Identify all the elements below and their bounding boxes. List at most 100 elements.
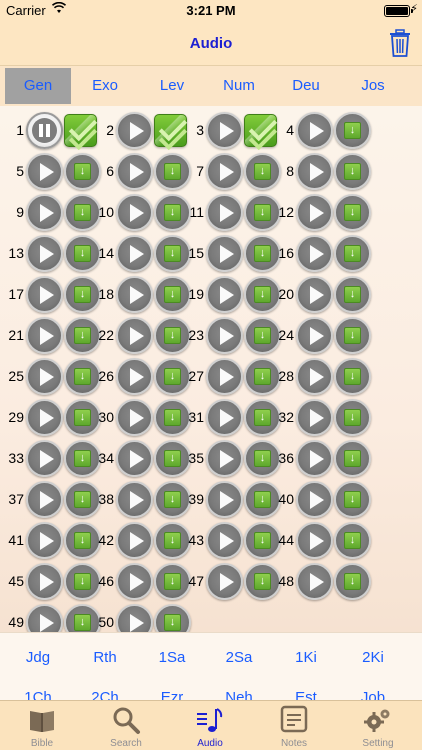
play-button[interactable] (206, 358, 243, 395)
chapter-item: 47 (180, 561, 281, 601)
book-tab-exo[interactable]: Exo (72, 68, 138, 104)
download-button[interactable] (334, 235, 371, 272)
pause-button[interactable] (26, 112, 63, 149)
tab-setting[interactable]: Setting (336, 701, 420, 750)
download-button[interactable] (334, 440, 371, 477)
download-button[interactable] (334, 112, 371, 149)
book-tab-rth[interactable]: Rth (70, 649, 140, 666)
play-button[interactable] (296, 522, 333, 559)
book-tab-1ch[interactable]: 1Ch (3, 689, 73, 700)
book-tab-deu[interactable]: Deu (273, 68, 339, 104)
play-button[interactable] (206, 481, 243, 518)
play-button[interactable] (26, 317, 63, 354)
play-button[interactable] (116, 194, 153, 231)
play-button[interactable] (116, 235, 153, 272)
play-button[interactable] (206, 276, 243, 313)
play-button[interactable] (296, 481, 333, 518)
play-button[interactable] (296, 235, 333, 272)
play-button[interactable] (26, 481, 63, 518)
play-icon (310, 491, 324, 509)
book-tab-gen[interactable]: Gen (5, 68, 71, 104)
play-button[interactable] (26, 235, 63, 272)
book-tab-neh[interactable]: Neh (204, 689, 274, 700)
play-button[interactable] (206, 153, 243, 190)
play-icon (310, 450, 324, 468)
chapter-number: 22 (98, 327, 114, 343)
chapter-item: 34 (90, 438, 191, 478)
play-button[interactable] (296, 317, 333, 354)
play-icon (40, 204, 54, 222)
download-button[interactable] (334, 358, 371, 395)
chapter-number: 34 (98, 450, 114, 466)
play-icon (220, 491, 234, 509)
play-button[interactable] (206, 440, 243, 477)
book-tab-2ki[interactable]: 2Ki (338, 649, 408, 666)
download-button[interactable] (334, 317, 371, 354)
tab-audio[interactable]: Audio (168, 701, 252, 750)
play-icon (40, 409, 54, 427)
play-button[interactable] (116, 317, 153, 354)
play-button[interactable] (206, 399, 243, 436)
play-button[interactable] (206, 235, 243, 272)
book-tab-1ki[interactable]: 1Ki (271, 649, 341, 666)
play-button[interactable] (26, 399, 63, 436)
play-button[interactable] (296, 563, 333, 600)
play-button[interactable] (26, 153, 63, 190)
play-button[interactable] (296, 440, 333, 477)
play-button[interactable] (26, 276, 63, 313)
play-button[interactable] (116, 481, 153, 518)
download-button[interactable] (334, 194, 371, 231)
play-button[interactable] (206, 522, 243, 559)
download-button[interactable] (334, 563, 371, 600)
play-button[interactable] (296, 112, 333, 149)
play-button[interactable] (116, 276, 153, 313)
chapter-number: 9 (16, 204, 24, 220)
download-button[interactable] (334, 481, 371, 518)
play-icon (130, 204, 144, 222)
play-icon (220, 163, 234, 181)
play-button[interactable] (26, 194, 63, 231)
download-button[interactable] (334, 399, 371, 436)
play-button[interactable] (26, 563, 63, 600)
download-icon (254, 286, 271, 303)
book-tab-ezr[interactable]: Ezr (137, 689, 207, 700)
download-button[interactable] (334, 153, 371, 190)
download-button[interactable] (334, 522, 371, 559)
play-button[interactable] (116, 358, 153, 395)
book-tab-lev[interactable]: Lev (139, 68, 205, 104)
tab-notes[interactable]: Notes (252, 701, 336, 750)
play-button[interactable] (296, 276, 333, 313)
play-button[interactable] (116, 399, 153, 436)
chapter-item: 15 (180, 233, 281, 273)
play-button[interactable] (296, 153, 333, 190)
play-button[interactable] (26, 358, 63, 395)
play-button[interactable] (116, 153, 153, 190)
play-button[interactable] (296, 194, 333, 231)
book-tab-num[interactable]: Num (206, 68, 272, 104)
book-tab-jdg[interactable]: Jdg (3, 649, 73, 666)
chapter-item: 3 (180, 110, 277, 150)
play-button[interactable] (116, 522, 153, 559)
download-button[interactable] (334, 276, 371, 313)
play-button[interactable] (206, 112, 243, 149)
tab-search[interactable]: Search (84, 701, 168, 750)
play-button[interactable] (296, 358, 333, 395)
download-icon (344, 368, 361, 385)
play-button[interactable] (206, 563, 243, 600)
play-button[interactable] (116, 440, 153, 477)
play-button[interactable] (26, 522, 63, 559)
play-button[interactable] (296, 399, 333, 436)
book-tab-jos[interactable]: Jos (340, 68, 406, 104)
play-button[interactable] (116, 112, 153, 149)
book-tab-est[interactable]: Est (271, 689, 341, 700)
play-button[interactable] (206, 317, 243, 354)
book-tab-2sa[interactable]: 2Sa (204, 649, 274, 666)
book-tab-1sa[interactable]: 1Sa (137, 649, 207, 666)
play-button[interactable] (206, 194, 243, 231)
play-button[interactable] (116, 563, 153, 600)
book-tab-2ch[interactable]: 2Ch (70, 689, 140, 700)
book-tab-job[interactable]: Job (338, 689, 408, 700)
trash-icon[interactable] (388, 28, 412, 58)
tab-bible[interactable]: Bible (0, 701, 84, 750)
play-button[interactable] (26, 440, 63, 477)
